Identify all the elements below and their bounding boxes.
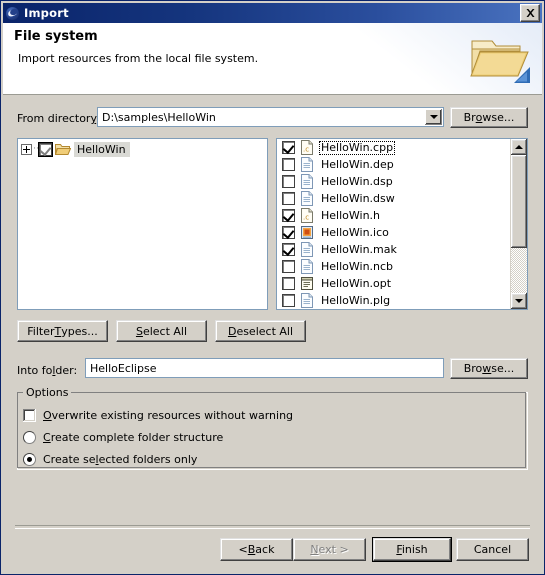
file-name: HelloWin.plg xyxy=(321,293,391,307)
eclipse-globe-icon xyxy=(6,6,20,20)
from-directory-combo[interactable]: D:\samples\HelloWin xyxy=(97,107,444,127)
options-group-title: Options xyxy=(23,386,72,399)
cancel-button[interactable]: Cancel xyxy=(456,538,529,561)
c-source-icon: .c xyxy=(300,208,314,223)
close-button[interactable] xyxy=(520,4,540,22)
file-name: HelloWin.dep xyxy=(321,157,394,171)
scroll-up-icon[interactable] xyxy=(511,139,527,155)
import-dialog: Import File system Import resources from… xyxy=(0,0,545,575)
document-icon xyxy=(300,259,314,274)
list-item[interactable]: HelloWin.mak xyxy=(277,241,527,258)
file-checkbox[interactable] xyxy=(282,175,295,188)
chevron-down-icon[interactable] xyxy=(425,109,442,125)
list-item[interactable]: HelloWin.plg xyxy=(277,292,527,309)
back-button[interactable]: < Back xyxy=(220,538,293,561)
document-icon xyxy=(300,191,314,206)
expand-plus-icon[interactable] xyxy=(21,143,32,155)
c-source-icon: .c xyxy=(300,140,314,155)
close-icon xyxy=(526,9,534,17)
list-item[interactable]: HelloWin.ncb xyxy=(277,258,527,275)
image-icon xyxy=(300,225,314,240)
into-folder-input[interactable]: HelloEclipse xyxy=(85,358,444,378)
document-icon xyxy=(300,174,314,189)
file-list-scrollbar[interactable] xyxy=(510,139,527,309)
create-selected-radio[interactable] xyxy=(23,453,36,466)
overwrite-label: Overwrite existing resources without war… xyxy=(43,409,294,422)
tree-item-hellowin[interactable]: ·· HelloWin xyxy=(18,141,267,157)
deselect-all-button[interactable]: Deselect All xyxy=(215,320,306,342)
filter-types-button[interactable]: Filter Types... xyxy=(17,320,108,342)
tree-item-label: HelloWin xyxy=(74,141,130,157)
list-item[interactable]: .c HelloWin.cpp xyxy=(277,139,527,156)
file-checkbox[interactable] xyxy=(282,294,295,307)
finish-button[interactable]: Finish xyxy=(372,537,452,562)
list-item[interactable]: HelloWin.dsp xyxy=(277,173,527,190)
into-folder-value: HelloEclipse xyxy=(90,361,157,375)
file-checkbox[interactable] xyxy=(282,192,295,205)
file-name: HelloWin.ico xyxy=(321,225,389,239)
list-item[interactable]: HelloWin.opt xyxy=(277,275,527,292)
file-checkbox[interactable] xyxy=(282,277,295,290)
file-name: HelloWin.ncb xyxy=(321,259,394,273)
file-checkbox[interactable] xyxy=(282,141,295,155)
create-complete-radio-row[interactable]: Create complete folder structure xyxy=(23,431,223,444)
next-button: Next > xyxy=(293,538,366,561)
document-icon xyxy=(300,242,314,257)
wizard-header: File system Import resources from the lo… xyxy=(3,23,542,95)
file-name: HelloWin.opt xyxy=(321,276,392,290)
tree-item-checkbox[interactable] xyxy=(38,141,53,157)
file-name: HelloWin.dsp xyxy=(321,174,393,188)
page-description: Import resources from the local file sys… xyxy=(18,52,259,65)
window-title: Import xyxy=(24,6,69,20)
title-bar: Import xyxy=(3,3,542,23)
list-item[interactable]: HelloWin.dep xyxy=(277,156,527,173)
create-complete-label: Create complete folder structure xyxy=(43,431,224,444)
list-item[interactable]: HelloWin.dsw xyxy=(277,190,527,207)
create-complete-radio[interactable] xyxy=(23,431,36,444)
scrollbar-track[interactable] xyxy=(511,155,527,293)
file-name: HelloWin.dsw xyxy=(321,191,395,205)
file-checkbox[interactable] xyxy=(282,209,295,223)
scroll-down-icon[interactable] xyxy=(511,293,527,309)
file-checkbox[interactable] xyxy=(282,260,295,273)
notepad-icon xyxy=(300,276,314,291)
create-selected-label: Create selected folders only xyxy=(43,453,198,466)
file-checkbox[interactable] xyxy=(282,158,295,171)
open-folder-icon xyxy=(468,27,530,89)
document-icon xyxy=(300,293,314,308)
svg-text:.c: .c xyxy=(303,214,309,222)
into-folder-label: Into folder: xyxy=(17,364,78,377)
file-name: HelloWin.h xyxy=(321,208,381,222)
overwrite-checkbox-row[interactable]: Overwrite existing resources without war… xyxy=(23,409,293,422)
browse-directory-button[interactable]: Br o wse... xyxy=(450,107,528,128)
svg-text:.c: .c xyxy=(303,146,309,154)
list-item[interactable]: .c HelloWin.h xyxy=(277,207,527,224)
select-all-button[interactable]: Select All xyxy=(116,320,207,342)
scrollbar-thumb[interactable] xyxy=(511,155,527,248)
browse-into-folder-button[interactable]: Bro w se... xyxy=(450,358,528,379)
file-checkbox[interactable] xyxy=(282,243,295,257)
file-name: HelloWin.cpp xyxy=(319,140,396,155)
folder-open-icon xyxy=(54,142,72,156)
create-selected-radio-row[interactable]: Create selected folders only xyxy=(23,453,197,466)
file-list: .c HelloWin.cpp HelloWin.dep HelloWin.ds… xyxy=(277,139,527,309)
file-name: HelloWin.mak xyxy=(321,242,397,256)
page-title: File system xyxy=(14,29,98,44)
list-item[interactable]: HelloWin.ico xyxy=(277,224,527,241)
directory-tree-panel[interactable]: ·· HelloWin xyxy=(17,138,268,310)
file-list-panel[interactable]: .c HelloWin.cpp HelloWin.dep HelloWin.ds… xyxy=(276,138,528,310)
file-checkbox[interactable] xyxy=(282,226,295,240)
from-directory-value: D:\samples\HelloWin xyxy=(102,110,216,124)
button-bar-separator xyxy=(15,525,530,529)
from-directory-label: From directory: xyxy=(17,112,100,125)
document-icon xyxy=(300,157,314,172)
overwrite-checkbox[interactable] xyxy=(23,409,36,422)
